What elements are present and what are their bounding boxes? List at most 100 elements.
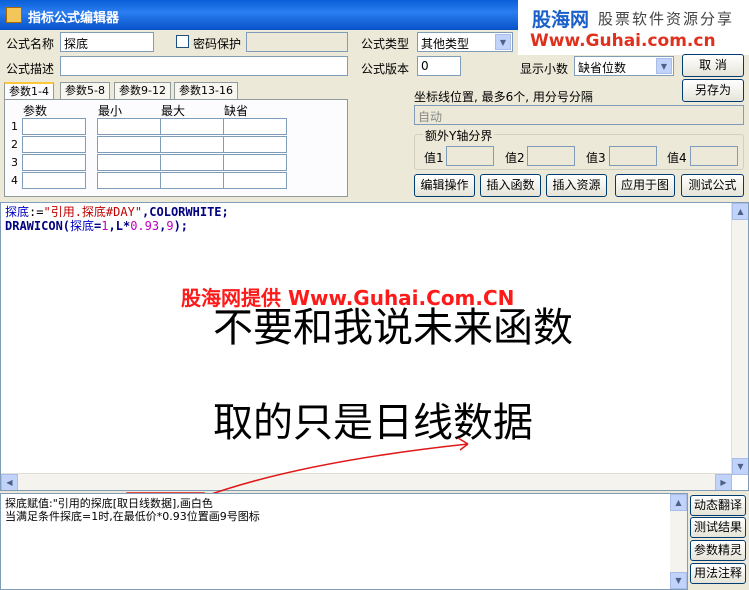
param-default-input[interactable]: [223, 154, 287, 171]
axis-position-label: 坐标线位置, 最多6个, 用分号分隔: [414, 90, 593, 104]
value1-input[interactable]: [446, 146, 494, 166]
password-checkbox[interactable]: [176, 35, 189, 48]
chevron-down-icon: ▼: [656, 58, 672, 74]
code-function: DRAWICON(: [5, 219, 71, 233]
formula-version-input[interactable]: 0: [417, 56, 461, 76]
tab-params-1-4[interactable]: 参数1-4: [4, 82, 54, 100]
formula-type-value: 其他类型: [421, 37, 470, 51]
code-number: 1: [101, 219, 109, 233]
param-name-input[interactable]: [22, 154, 86, 171]
param-name-input[interactable]: [22, 172, 86, 189]
param-header-max: 最大: [161, 104, 186, 118]
param-panel: 参数 最小 最大 缺省 1 2 3 4: [4, 99, 348, 197]
formula-desc-input[interactable]: [60, 56, 348, 76]
editor-horizontal-scrollbar[interactable]: ◀ ▶: [1, 473, 732, 490]
cancel-button[interactable]: 取 消: [682, 54, 744, 77]
overlay-note-line2: 取的只是日线数据: [213, 400, 533, 446]
code-text: 探底:="引用.探底#DAY",COLORWHITE; DRAWICON(探底=…: [5, 205, 229, 233]
decimals-label: 显示小数: [520, 62, 569, 76]
watermark-url: Www.Guhai.com.cn: [530, 31, 716, 51]
value2-input[interactable]: [527, 146, 575, 166]
watermark-banner: 股海网 股票软件资源分享 Www.Guhai.com.cn: [518, 0, 749, 55]
formula-version-label: 公式版本: [361, 62, 410, 76]
overlay-note-line1: 不要和我说未来函数: [213, 305, 573, 351]
scroll-up-icon[interactable]: ▲: [670, 494, 687, 511]
tab-params-5-8[interactable]: 参数5-8: [60, 82, 110, 100]
code-number: 0.93: [130, 219, 160, 233]
param-min-input[interactable]: [97, 154, 161, 171]
param-default-input[interactable]: [223, 118, 287, 135]
param-row-number: 1: [11, 120, 18, 133]
param-min-input[interactable]: [97, 136, 161, 153]
scroll-right-icon[interactable]: ▶: [715, 474, 732, 490]
description-line2: 当满足条件探底=1时,在最低价*0.93位置画9号图标: [5, 510, 260, 523]
test-result-button[interactable]: 测试结果: [690, 517, 746, 538]
watermark-tagline: 股票软件资源分享: [598, 10, 735, 28]
value4-input[interactable]: [690, 146, 738, 166]
param-row-number: 4: [11, 174, 18, 187]
param-max-input[interactable]: [160, 172, 224, 189]
watermark-brand: 股海网: [532, 9, 590, 31]
code-var: 探底: [5, 205, 30, 219]
edit-ops-button[interactable]: 编辑操作: [414, 174, 475, 197]
param-max-input[interactable]: [160, 154, 224, 171]
param-header-name: 参数: [23, 104, 48, 118]
value4-label: 值4: [667, 151, 687, 165]
code-end: );: [173, 219, 189, 233]
scroll-up-icon[interactable]: ▲: [732, 203, 748, 220]
description-scrollbar[interactable]: ▲ ▼: [670, 494, 687, 589]
dynamic-translate-button[interactable]: 动态翻译: [690, 495, 746, 516]
param-header-min: 最小: [98, 104, 123, 118]
param-max-input[interactable]: [160, 136, 224, 153]
password-input[interactable]: [246, 32, 348, 52]
formula-name-label: 公式名称: [6, 37, 55, 51]
formula-desc-label: 公式描述: [6, 62, 55, 76]
scroll-left-icon[interactable]: ◀: [1, 474, 18, 490]
param-row-number: 2: [11, 138, 18, 151]
param-header-default: 缺省: [224, 104, 249, 118]
scroll-down-icon[interactable]: ▼: [732, 458, 748, 475]
editor-vertical-scrollbar[interactable]: ▲ ▼: [731, 203, 748, 475]
code-op: :=: [29, 205, 44, 219]
password-label: 密码保护: [193, 37, 242, 51]
param-name-input[interactable]: [22, 136, 86, 153]
param-default-input[interactable]: [223, 136, 287, 153]
param-default-input[interactable]: [223, 172, 287, 189]
axis-position-input[interactable]: 自动: [414, 105, 744, 125]
param-max-input[interactable]: [160, 118, 224, 135]
save-as-button[interactable]: 另存为: [682, 79, 744, 102]
code-number: 9: [166, 219, 174, 233]
tab-params-9-12[interactable]: 参数9-12: [114, 82, 171, 100]
param-name-input[interactable]: [22, 118, 86, 135]
value2-label: 值2: [505, 151, 525, 165]
insert-resource-button[interactable]: 插入资源: [546, 174, 607, 197]
window-title: 指标公式编辑器: [28, 11, 120, 26]
param-min-input[interactable]: [97, 172, 161, 189]
code-editor[interactable]: 探底:="引用.探底#DAY",COLORWHITE; DRAWICON(探底=…: [0, 202, 749, 491]
value3-input[interactable]: [609, 146, 657, 166]
value3-label: 值3: [586, 151, 606, 165]
formula-type-label: 公式类型: [361, 37, 410, 51]
param-row-number: 3: [11, 156, 18, 169]
formula-name-input[interactable]: 探底: [60, 32, 154, 52]
app-icon: [6, 7, 22, 23]
value1-label: 值1: [424, 151, 444, 165]
code-string: "引用.探底#DAY": [43, 205, 143, 219]
param-wizard-button[interactable]: 参数精灵: [690, 540, 746, 561]
param-min-input[interactable]: [97, 118, 161, 135]
code-rest: ,COLORWHITE;: [142, 205, 229, 219]
apply-to-chart-button[interactable]: 应用于图: [615, 174, 675, 197]
code-rest: ,L*: [108, 219, 131, 233]
chevron-down-icon: ▼: [495, 34, 511, 50]
test-formula-button[interactable]: 测试公式: [681, 174, 744, 197]
insert-function-button[interactable]: 插入函数: [480, 174, 541, 197]
extra-y-axis-label: 额外Y轴分界: [423, 127, 495, 144]
code-var: 探底: [70, 219, 95, 233]
usage-notes-button[interactable]: 用法注释: [690, 563, 746, 584]
tab-params-13-16[interactable]: 参数13-16: [174, 82, 238, 100]
description-panel[interactable]: 探底赋值:"引用的探底[取日线数据],画白色 当满足条件探底=1时,在最低价*0…: [0, 493, 688, 590]
decimals-select[interactable]: 缺省位数 ▼: [574, 56, 674, 76]
scroll-down-icon[interactable]: ▼: [670, 572, 687, 589]
decimals-value: 缺省位数: [578, 61, 627, 75]
formula-type-select[interactable]: 其他类型 ▼: [417, 32, 513, 52]
